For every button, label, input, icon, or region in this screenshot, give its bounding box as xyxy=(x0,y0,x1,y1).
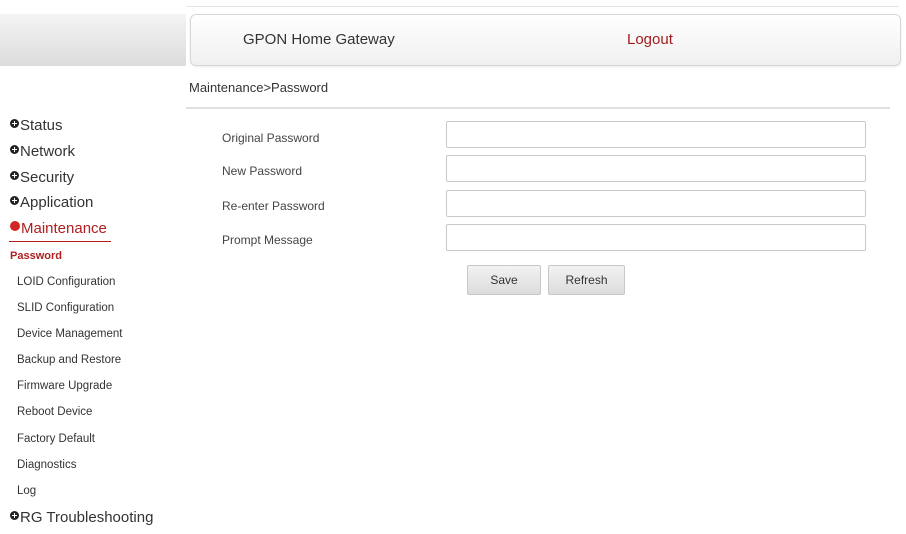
expand-plus-icon xyxy=(10,144,19,154)
prompt-message-label: Prompt Message xyxy=(222,233,313,247)
sidebar-item-label: Security xyxy=(20,169,75,186)
submenu-item-factory-default[interactable]: Factory Default xyxy=(17,433,95,445)
original-password-label: Original Password xyxy=(222,131,320,145)
sidebar-item-label: Network xyxy=(20,143,76,160)
submenu-item-reboot-device[interactable]: Reboot Device xyxy=(17,406,92,418)
submenu-item-slid-configuration[interactable]: SLID Configuration xyxy=(17,302,114,314)
sidebar-item-security[interactable]: Security xyxy=(10,169,74,186)
sidebar-item-status[interactable]: Status xyxy=(10,117,63,134)
new-password-label: New Password xyxy=(222,164,303,178)
sidebar-item-label: Application xyxy=(20,194,94,211)
submenu-item-backup-and-restore[interactable]: Backup and Restore xyxy=(17,354,121,366)
sidebar-item-application[interactable]: Application xyxy=(10,194,93,211)
breadcrumb: Maintenance>Password xyxy=(189,80,329,95)
new-password-field[interactable] xyxy=(446,155,866,182)
expand-plus-icon xyxy=(10,118,19,128)
submenu-item-device-management[interactable]: Device Management xyxy=(17,328,122,340)
collapse-dot-icon xyxy=(10,221,20,231)
top-divider xyxy=(186,6,899,7)
header-bar: GPON Home Gateway Logout xyxy=(190,14,901,66)
app-title: GPON Home Gateway xyxy=(243,31,395,48)
left-header-panel xyxy=(0,14,186,66)
reenter-password-field[interactable] xyxy=(446,190,866,217)
expand-plus-icon xyxy=(10,195,19,205)
expand-plus-icon xyxy=(10,170,19,180)
sidebar-item-rg-troubleshooting[interactable]: RG Troubleshooting xyxy=(10,509,153,526)
submenu-item-firmware-upgrade[interactable]: Firmware Upgrade xyxy=(17,380,112,392)
submenu-item-diagnostics[interactable]: Diagnostics xyxy=(17,459,76,471)
submenu-item-password[interactable]: Password xyxy=(10,250,62,262)
submenu-item-log[interactable]: Log xyxy=(17,485,36,497)
sidebar-item-network[interactable]: Network xyxy=(10,143,75,160)
save-button[interactable]: Save xyxy=(467,265,541,295)
refresh-button[interactable]: Refresh xyxy=(548,265,625,295)
prompt-message-field[interactable] xyxy=(446,224,866,251)
sidebar-item-label: RG Troubleshooting xyxy=(20,509,154,526)
sidebar-item-label: Status xyxy=(20,117,63,134)
logout-link[interactable]: Logout xyxy=(627,31,673,48)
submenu-item-loid-configuration[interactable]: LOID Configuration xyxy=(17,276,115,288)
breadcrumb-divider xyxy=(186,107,890,109)
sidebar-item-label: Maintenance xyxy=(21,220,107,237)
reenter-password-label: Re-enter Password xyxy=(222,199,325,213)
sidebar-item-maintenance[interactable]: Maintenance xyxy=(10,220,107,237)
expand-plus-icon xyxy=(10,510,19,520)
original-password-field[interactable] xyxy=(446,121,866,148)
